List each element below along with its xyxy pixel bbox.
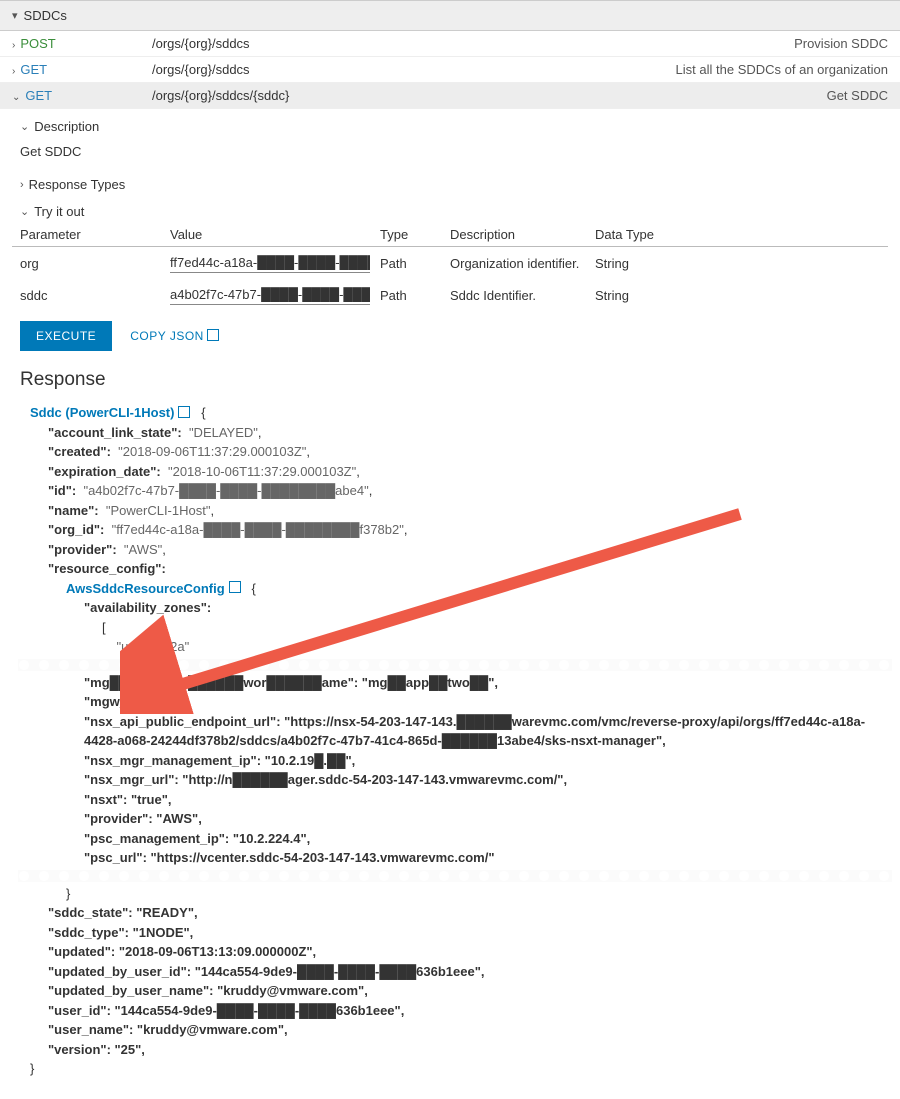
endpoint-row-get-list[interactable]: › GET /orgs/{org}/sddcs List all the SDDC… — [0, 57, 900, 83]
param-desc: Sddc Identifier. — [450, 288, 595, 303]
try-it-out-heading[interactable]: ⌄ Try it out — [12, 194, 888, 221]
copy-icon — [180, 408, 190, 418]
param-type: Path — [380, 256, 450, 271]
param-table-header: Parameter Value Type Description Data Ty… — [12, 221, 888, 247]
response-types-label: Response Types — [29, 177, 126, 192]
method-label: POST — [20, 36, 55, 51]
param-value-input-org[interactable] — [170, 253, 370, 273]
endpoint-desc: Provision SDDC — [794, 36, 888, 51]
chevron-right-icon: › — [12, 66, 15, 77]
endpoint-row-get-sddc[interactable]: ⌄ GET /orgs/{org}/sddcs/{sddc} Get SDDC — [0, 83, 900, 109]
try-it-out-label: Try it out — [34, 204, 84, 219]
chevron-right-icon: › — [12, 40, 15, 51]
col-description: Description — [450, 227, 595, 242]
content-break — [18, 659, 892, 671]
col-value: Value — [170, 227, 380, 242]
endpoint-path: /orgs/{org}/sddcs — [152, 62, 676, 77]
copy-json-button[interactable]: COPY JSON — [130, 329, 219, 343]
method-label: GET — [25, 88, 52, 103]
endpoint-path: /orgs/{org}/sddcs/{sddc} — [152, 88, 827, 103]
copy-icon — [209, 331, 219, 341]
execute-button[interactable]: EXECUTE — [20, 321, 112, 351]
response-json: Sddc (PowerCLI-1Host) { "account_link_st… — [12, 403, 888, 1087]
param-row-org: org Path Organization identifier. String — [12, 247, 888, 279]
param-dtype: String — [595, 288, 880, 303]
param-name: sddc — [20, 288, 170, 303]
description-heading[interactable]: ⌄ Description — [12, 109, 888, 136]
response-types-heading[interactable]: › Response Types — [12, 167, 888, 194]
param-desc: Organization identifier. — [450, 256, 595, 271]
method-label: GET — [20, 62, 47, 77]
nsxt-field: "nsxt": "true", — [30, 790, 880, 810]
response-heading: Response — [12, 361, 888, 403]
endpoint-desc: List all the SDDCs of an organization — [676, 62, 888, 77]
chevron-down-icon: ⌄ — [12, 92, 20, 103]
endpoint-desc: Get SDDC — [827, 88, 888, 103]
param-type: Path — [380, 288, 450, 303]
endpoint-path: /orgs/{org}/sddcs — [152, 36, 794, 51]
param-name: org — [20, 256, 170, 271]
param-dtype: String — [595, 256, 880, 271]
endpoint-row-post[interactable]: › POST /orgs/{org}/sddcs Provision SDDC — [0, 31, 900, 57]
panel-title: SDDCs — [24, 8, 67, 23]
chevron-right-icon: › — [20, 179, 24, 191]
description-label: Description — [34, 119, 99, 134]
copy-json-label: COPY JSON — [130, 329, 204, 343]
param-row-sddc: sddc Path Sddc Identifier. String — [12, 279, 888, 311]
content-break — [18, 870, 892, 882]
chevron-down-icon: ▾ — [12, 9, 18, 22]
col-data-type: Data Type — [595, 227, 880, 242]
aws-resource-config-link[interactable]: AwsSddcResourceConfig — [66, 579, 241, 599]
param-value-input-sddc[interactable] — [170, 285, 370, 305]
panel-header[interactable]: ▾ SDDCs — [0, 0, 900, 31]
col-parameter: Parameter — [20, 227, 170, 242]
chevron-down-icon: ⌄ — [20, 120, 29, 133]
copy-icon — [231, 583, 241, 593]
chevron-down-icon: ⌄ — [20, 205, 29, 218]
col-type: Type — [380, 227, 450, 242]
description-text: Get SDDC — [12, 136, 888, 167]
sddc-type-link[interactable]: Sddc (PowerCLI-1Host) — [30, 403, 190, 423]
